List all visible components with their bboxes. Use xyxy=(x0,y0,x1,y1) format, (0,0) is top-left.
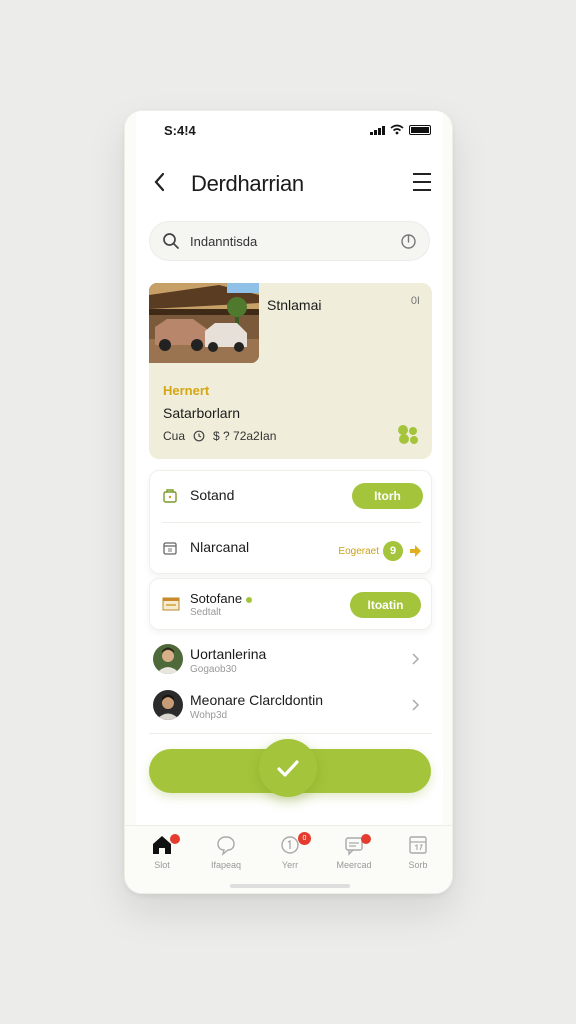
list-row-label: Sotand xyxy=(190,487,235,503)
chat-icon xyxy=(217,836,235,856)
row2-status: Eogeraet 9 xyxy=(338,541,423,561)
calendar-icon xyxy=(409,836,427,854)
home-indicator xyxy=(230,884,350,888)
online-dot xyxy=(246,596,253,603)
wifi-icon xyxy=(390,124,404,135)
row3-action-button[interactable]: Itoatin xyxy=(350,592,421,618)
status-time: S:4!4 xyxy=(164,123,196,138)
featured-photo xyxy=(149,283,259,363)
app-screen: S:4!4 Derdharrian Indanntisda Stnlamai 0… xyxy=(136,111,443,825)
phone-frame: S:4!4 Derdharrian Indanntisda Stnlamai 0… xyxy=(124,110,453,894)
search-icon xyxy=(163,233,179,249)
tab-label: Slot xyxy=(154,860,170,870)
voice-icon[interactable] xyxy=(400,233,417,250)
chevron-right-icon xyxy=(412,653,420,665)
featured-meta-right: $ ? 72a2Ian xyxy=(213,429,277,443)
row3-label-wrap: Sotofane xyxy=(190,591,253,606)
search-input[interactable]: Indanntisda xyxy=(190,234,257,249)
confirm-button[interactable] xyxy=(259,739,317,797)
list-row-nlarcanal[interactable]: Nlarcanal Eogeraet 9 xyxy=(150,523,433,575)
featured-number: 0I xyxy=(410,295,420,307)
menu-icon[interactable] xyxy=(413,173,431,191)
row1-action-button[interactable]: Itorh xyxy=(352,483,423,509)
arrow-right-icon[interactable] xyxy=(407,543,423,559)
calendar-small-icon xyxy=(163,542,177,555)
page-title: Derdharrian xyxy=(191,171,304,196)
tab-label: Sorb xyxy=(408,860,428,870)
tab-home[interactable]: Slot xyxy=(132,834,192,878)
tab-notifications[interactable]: 0 Yerr xyxy=(260,832,320,878)
featured-meta: Cua $ ? 72a2Ian xyxy=(163,429,276,443)
person-subtitle: Gogaob30 xyxy=(190,664,237,675)
list-row-label: Nlarcanal xyxy=(190,539,250,555)
featured-meta-left: Cua xyxy=(163,429,186,443)
list-row-sotand[interactable]: Sotand Itorh xyxy=(150,471,433,523)
battery-icon xyxy=(409,124,431,135)
group-icon xyxy=(398,425,418,444)
bag-icon xyxy=(163,489,177,503)
tab-label: Meercad xyxy=(336,860,372,870)
featured-tag: Hernert xyxy=(163,383,210,398)
featured-title: Stnlamai xyxy=(267,297,322,313)
header: Derdharrian xyxy=(136,163,443,203)
tab-label: Yerr xyxy=(281,860,299,870)
status-icons xyxy=(370,124,431,135)
action-list-card: Sotand Itorh Nlarcanal Eogeraet 9 xyxy=(149,470,432,574)
tab-calendar[interactable]: Sorb xyxy=(388,834,448,878)
list-item-person-1[interactable]: Uortanlerina Gogaob30 xyxy=(149,638,432,682)
bottom-tab-bar: Slot Ifapeaq 0 Yerr Meercad Sorb xyxy=(125,825,452,893)
tab-chat[interactable]: Ifapeaq xyxy=(196,834,256,878)
back-icon[interactable] xyxy=(150,169,170,195)
messages-badge xyxy=(361,834,371,844)
featured-card[interactable]: Stnlamai 0I Hernert Satarborlarn Cua $ ?… xyxy=(149,283,432,459)
search-bar[interactable]: Indanntisda xyxy=(149,221,430,261)
divider xyxy=(149,733,432,734)
person-subtitle: Wohp3d xyxy=(190,710,228,721)
status-bar: S:4!4 xyxy=(136,121,443,143)
person-name: Uortanlerina xyxy=(190,646,267,662)
person-name: Meonare Clarcldontin xyxy=(190,692,324,708)
folder-icon xyxy=(162,597,180,611)
avatar xyxy=(153,644,183,674)
row3-sublabel: Sedtalt xyxy=(190,607,222,618)
home-badge xyxy=(170,834,180,844)
row3-label: Sotofane xyxy=(190,591,243,606)
avatar xyxy=(153,690,183,720)
list-item-person-2[interactable]: Meonare Clarcldontin Wohp3d xyxy=(149,684,432,728)
tab-label: Ifapeaq xyxy=(210,860,242,870)
row2-status-badge: 9 xyxy=(383,541,403,561)
notification-badge: 0 xyxy=(298,832,311,845)
list-row-sotofane[interactable]: Sotofane Sedtalt Itoatin xyxy=(149,578,432,630)
tab-messages[interactable]: Meercad xyxy=(324,834,384,878)
clock-icon xyxy=(193,430,205,442)
check-icon xyxy=(277,760,299,777)
featured-subtitle: Satarborlarn xyxy=(163,405,241,421)
signal-icon xyxy=(370,125,385,135)
row2-status-text: Eogeraet xyxy=(338,545,379,557)
chevron-right-icon xyxy=(412,699,420,711)
